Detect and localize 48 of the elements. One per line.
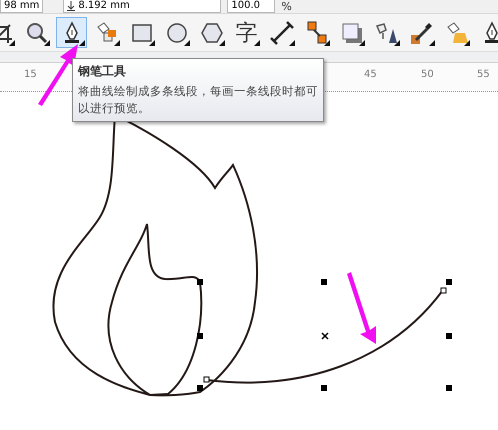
center-mark (321, 332, 329, 340)
flyout-triangle-icon (9, 40, 15, 46)
flyout-triangle-icon (359, 40, 365, 46)
selection-handle[interactable] (197, 279, 203, 285)
fill-bucket-icon (444, 20, 468, 44)
selection-handle[interactable] (446, 385, 452, 391)
eyedropper-icon (410, 20, 434, 44)
tooltip-title: 钢笔工具 (78, 63, 127, 80)
node-handle[interactable] (204, 376, 210, 382)
wine-glass-icon (374, 20, 398, 44)
flyout-triangle-icon (149, 40, 155, 46)
unit-label: % (281, 1, 292, 13)
flyout-triangle-icon (394, 40, 400, 46)
drop-shadow-icon (340, 20, 364, 44)
input-field[interactable]: 98 mm (0, 0, 44, 13)
selection-handle[interactable] (446, 333, 452, 339)
search-icon (24, 20, 48, 44)
selection-handle[interactable] (197, 333, 203, 339)
flyout-triangle-icon (289, 40, 295, 46)
input-field[interactable]: 8.192 mm (63, 0, 222, 13)
flyout-triangle-icon (79, 40, 85, 46)
node-handle[interactable] (440, 288, 446, 294)
ruler-label: 45 (364, 69, 377, 80)
flyout-triangle-icon (429, 40, 435, 46)
ellipse-icon (164, 20, 188, 44)
selection-handle[interactable] (197, 385, 203, 391)
height-icon (67, 1, 76, 11)
flyout-triangle-icon (324, 40, 330, 46)
flyout-triangle-icon (44, 40, 50, 46)
tooltip-text: 将曲线绘制成多条线段，每画一条线段时都可以进行预览。 (78, 83, 318, 117)
ruler-label: 15 (24, 69, 37, 80)
flyout-triangle-icon (114, 40, 120, 46)
selection-handle[interactable] (321, 385, 327, 391)
ruler-label: 55 (477, 69, 490, 80)
selection-handle[interactable] (321, 279, 327, 285)
flyout-triangle-icon (184, 40, 190, 46)
selection-handle[interactable] (446, 279, 452, 285)
flyout-triangle-icon (464, 40, 470, 46)
flyout-triangle-icon (219, 40, 225, 46)
text-tool-button[interactable]: 字 (231, 17, 262, 48)
pointer-arrow (347, 272, 376, 344)
tool-button[interactable] (56, 17, 87, 48)
hexagon-icon (200, 20, 224, 44)
connector-icon (304, 20, 328, 44)
ruler-label: 50 (421, 69, 434, 80)
dimension-arrow-icon (270, 20, 294, 44)
fill-bucket-icon (94, 20, 118, 44)
input-field[interactable]: 100.0 (227, 0, 276, 13)
